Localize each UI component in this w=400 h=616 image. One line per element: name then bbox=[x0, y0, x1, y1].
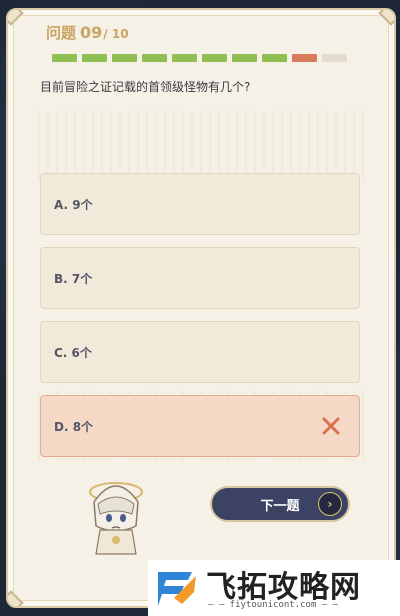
option-label: D. 8个 bbox=[54, 419, 94, 434]
progress-segment-correct bbox=[112, 54, 137, 62]
corner-ornament bbox=[8, 590, 24, 606]
option-label: C. 6个 bbox=[54, 345, 92, 360]
option-b[interactable]: B. 7个 bbox=[40, 247, 360, 309]
question-text: 目前冒险之证记载的首领级怪物有几个? bbox=[40, 80, 251, 94]
next-question-button[interactable]: 下一题 › bbox=[210, 486, 350, 522]
question-counter-label: 问题 bbox=[46, 24, 77, 42]
question-total: / 10 bbox=[103, 27, 129, 41]
progress-segment-correct bbox=[142, 54, 167, 62]
progress-segment-correct bbox=[52, 54, 77, 62]
progress-segment-wrong bbox=[292, 54, 317, 62]
progress-segment-correct bbox=[172, 54, 197, 62]
character-avatar bbox=[89, 482, 143, 555]
brand-logo-icon bbox=[158, 572, 196, 606]
corner-ornament bbox=[8, 10, 24, 26]
question-current-number: 09 bbox=[80, 23, 103, 42]
watermark: 飞拓攻略网 — — fiytounicont.com — — bbox=[148, 560, 400, 616]
progress-segment-correct bbox=[232, 54, 257, 62]
option-d[interactable]: D. 8个 bbox=[40, 395, 360, 457]
progress-bar bbox=[52, 54, 347, 62]
corner-ornament bbox=[378, 10, 394, 26]
question-counter: 问题 09/ 10 bbox=[46, 22, 129, 43]
option-label: A. 9个 bbox=[54, 197, 93, 212]
close-icon bbox=[322, 417, 340, 435]
decorative-pattern bbox=[38, 110, 364, 180]
next-button-label: 下一题 bbox=[260, 498, 300, 514]
watermark-url: — — fiytounicont.com — — bbox=[208, 600, 339, 610]
chevron-right-icon: › bbox=[318, 492, 342, 516]
option-label: B. 7个 bbox=[54, 271, 93, 286]
option-a[interactable]: A. 9个 bbox=[40, 173, 360, 235]
progress-segment-correct bbox=[202, 54, 227, 62]
option-c[interactable]: C. 6个 bbox=[40, 321, 360, 383]
progress-segment-correct bbox=[82, 54, 107, 62]
progress-segment-correct bbox=[262, 54, 287, 62]
progress-segment-pending bbox=[322, 54, 347, 62]
